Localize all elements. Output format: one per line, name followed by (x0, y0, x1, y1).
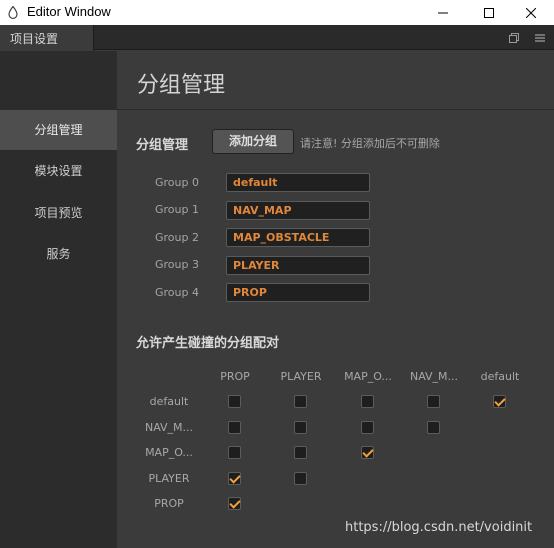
sidebar: 分组管理 模块设置 项目预览 服务 (0, 51, 117, 548)
hint-text: 请注意! 分组添加后不可删除 (300, 137, 440, 150)
group-label: Group 0 (155, 176, 199, 189)
collision-checkbox[interactable] (228, 497, 241, 510)
tab-strip: 项目设置 (0, 25, 554, 51)
maximize-icon (484, 7, 494, 18)
collision-checkbox[interactable] (493, 395, 506, 408)
collision-checkbox[interactable] (294, 446, 307, 459)
group-label: Group 4 (155, 286, 199, 299)
restore-icon[interactable] (507, 31, 521, 45)
matrix-column-header: PLAYER (280, 370, 322, 383)
collision-checkbox[interactable] (427, 421, 440, 434)
group-label: Group 1 (155, 203, 199, 216)
sidebar-item-project-preview[interactable]: 项目预览 (0, 193, 117, 233)
matrix-row-header: default (149, 395, 189, 408)
matrix-row-header: MAP_O... (145, 446, 193, 459)
group-label: Group 2 (155, 231, 199, 244)
collision-checkbox[interactable] (361, 446, 374, 459)
matrix-column-header: PROP (220, 370, 250, 383)
droplet-icon (8, 6, 18, 19)
sidebar-item-module-settings[interactable]: 模块设置 (0, 151, 117, 191)
collision-checkbox[interactable] (294, 395, 307, 408)
watermark-text: https://blog.csdn.net/voidinit (345, 520, 533, 535)
window-title: Editor Window (27, 4, 111, 19)
maximize-button[interactable] (466, 0, 512, 25)
group-label: Group 3 (155, 258, 199, 271)
collision-checkbox[interactable] (294, 421, 307, 434)
divider (117, 109, 554, 110)
group-name-field[interactable]: MAP_OBSTACLE (226, 228, 370, 247)
window-titlebar: Editor Window (0, 0, 554, 25)
matrix-row-header: NAV_M... (144, 421, 194, 434)
matrix-row-header: PLAYER (148, 472, 190, 485)
matrix-column-header: NAV_M... (409, 370, 459, 383)
group-name-field[interactable]: PLAYER (226, 256, 370, 275)
collision-checkbox[interactable] (228, 446, 241, 459)
matrix-row-header: PROP (154, 497, 184, 510)
matrix-column-header: default (480, 370, 520, 383)
sidebar-item-group-management[interactable]: 分组管理 (0, 110, 117, 150)
tab-project-settings[interactable]: 项目设置 (0, 25, 94, 51)
minimize-icon (438, 12, 448, 13)
matrix-column-header: MAP_O... (344, 370, 392, 383)
collision-checkbox[interactable] (361, 395, 374, 408)
collision-checkbox[interactable] (427, 395, 440, 408)
group-name-field[interactable]: default (226, 173, 370, 192)
main-panel: 分组管理 分组管理 添加分组 请注意! 分组添加后不可删除 Group 0 de… (117, 51, 554, 548)
collision-checkbox[interactable] (294, 472, 307, 485)
minimize-button[interactable] (420, 0, 466, 25)
collision-checkbox[interactable] (228, 472, 241, 485)
collision-checkbox[interactable] (228, 421, 241, 434)
close-button[interactable] (508, 0, 554, 25)
menu-icon[interactable] (533, 31, 547, 45)
collision-checkbox[interactable] (361, 421, 374, 434)
collision-section-title: 允许产生碰撞的分组配对 (136, 336, 280, 351)
sidebar-item-services[interactable]: 服务 (0, 234, 117, 274)
groups-section-title: 分组管理 (136, 138, 189, 153)
group-name-field[interactable]: NAV_MAP (226, 201, 370, 220)
add-group-button[interactable]: 添加分组 (212, 129, 294, 154)
page-title: 分组管理 (137, 73, 226, 98)
close-icon (526, 7, 536, 18)
group-name-field[interactable]: PROP (226, 283, 370, 302)
collision-checkbox[interactable] (228, 395, 241, 408)
